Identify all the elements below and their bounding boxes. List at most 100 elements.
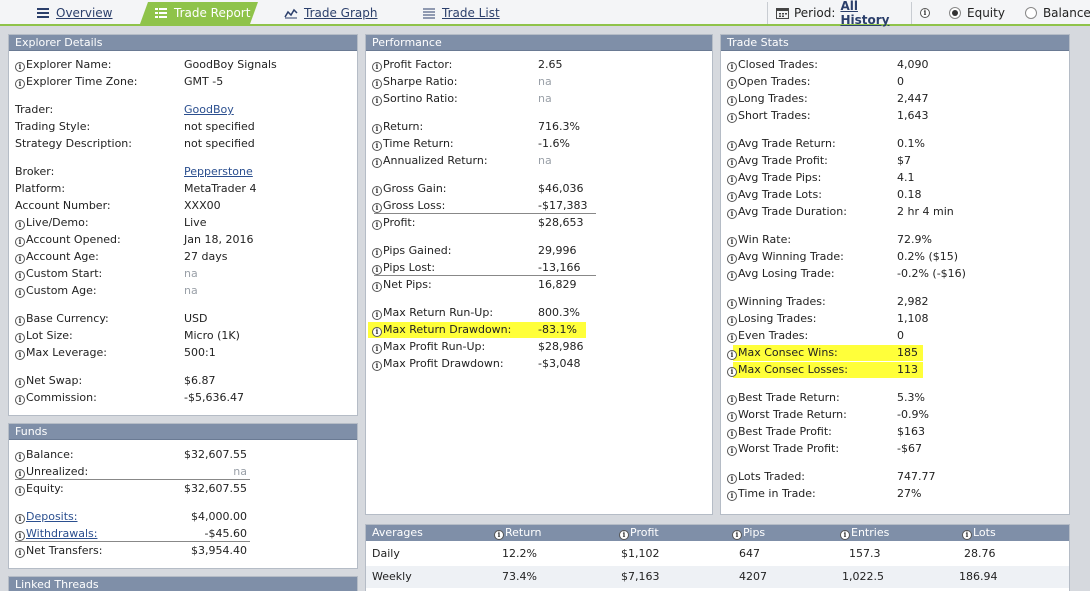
entries-header-label: Entries: [851, 526, 890, 539]
info-icon[interactable]: i: [727, 412, 737, 422]
stat-label-text[interactable]: Withdrawals:: [26, 527, 97, 540]
stat-row: i Short Trades: 1,643: [721, 107, 1069, 124]
info-icon[interactable]: i: [372, 282, 382, 292]
info-icon[interactable]: i: [920, 8, 930, 18]
info-icon[interactable]: i: [372, 361, 382, 371]
info-icon[interactable]: i: [372, 327, 382, 337]
info-icon[interactable]: i: [727, 175, 737, 185]
info-icon: i: [962, 530, 972, 540]
info-icon[interactable]: i: [727, 141, 737, 151]
info-icon[interactable]: i: [727, 350, 737, 360]
info-icon[interactable]: i: [15, 486, 25, 496]
info-icon[interactable]: i: [727, 113, 737, 123]
info-icon[interactable]: i: [15, 350, 25, 360]
info-icon[interactable]: i: [727, 96, 737, 106]
info-icon[interactable]: i: [727, 299, 737, 309]
tab-trade-graph[interactable]: Trade Graph: [276, 2, 396, 24]
stat-row: i Max Return Drawdown: -83.1%: [366, 321, 712, 338]
info-icon[interactable]: i: [727, 333, 737, 343]
info-icon[interactable]: i: [15, 220, 25, 230]
info-icon[interactable]: i: [727, 491, 737, 501]
period-selector[interactable]: Period: All History: [767, 0, 912, 27]
info-icon[interactable]: i: [15, 316, 25, 326]
info-icon[interactable]: i: [372, 124, 382, 134]
stat-row: i Max Consec Losses: 113: [721, 361, 1069, 378]
tab-overview[interactable]: Overview: [28, 2, 148, 24]
info-icon[interactable]: i: [15, 62, 25, 72]
info-icon[interactable]: i: [372, 96, 382, 106]
entries-header[interactable]: i Entries: [840, 525, 889, 541]
info-icon[interactable]: i: [15, 333, 25, 343]
stat-value: 5.3%: [897, 391, 925, 404]
info-icon[interactable]: i: [727, 474, 737, 484]
period-value[interactable]: All History: [840, 0, 911, 27]
info-icon[interactable]: i: [15, 254, 25, 264]
pips-header[interactable]: i Pips: [732, 525, 765, 541]
stat-value: Jan 18, 2016: [184, 233, 254, 246]
info-icon[interactable]: i: [727, 429, 737, 439]
info-icon[interactable]: i: [372, 220, 382, 230]
stat-value[interactable]: Pepperstone: [184, 163, 253, 180]
info-icon[interactable]: i: [727, 395, 737, 405]
balance-radio[interactable]: [1024, 7, 1037, 19]
info-icon[interactable]: i: [372, 186, 382, 196]
info-icon[interactable]: i: [727, 367, 737, 377]
info-icon[interactable]: i: [372, 248, 382, 258]
info-icon[interactable]: i: [372, 203, 382, 213]
stat-value[interactable]: GoodBoy: [184, 101, 234, 118]
info-icon[interactable]: i: [727, 316, 737, 326]
stat-label: i Base Currency:: [15, 310, 109, 327]
stat-label-text: Gross Gain:: [383, 182, 447, 195]
stat-label: i Win Rate:: [727, 231, 791, 248]
return-header[interactable]: i Return: [494, 525, 542, 541]
info-icon[interactable]: i: [15, 378, 25, 388]
info-icon[interactable]: i: [372, 265, 382, 275]
profit-header[interactable]: i Profit: [619, 525, 659, 541]
stat-label-text: Losing Trades:: [738, 312, 817, 325]
info-icon[interactable]: i: [15, 469, 25, 479]
stat-label: i Net Pips:: [372, 276, 432, 293]
info-icon[interactable]: i: [15, 531, 25, 541]
equity-radio[interactable]: [949, 7, 961, 19]
stat-value: 0: [897, 75, 904, 88]
info-icon[interactable]: i: [727, 192, 737, 202]
info-icon[interactable]: i: [372, 344, 382, 354]
info-icon[interactable]: i: [727, 446, 737, 456]
tab-trade-list[interactable]: Trade List: [414, 2, 524, 24]
info-icon[interactable]: i: [727, 271, 737, 281]
info-icon[interactable]: i: [727, 209, 737, 219]
stat-label-text: Net Transfers:: [26, 544, 103, 557]
info-icon[interactable]: i: [372, 141, 382, 151]
info-icon[interactable]: i: [727, 62, 737, 72]
stat-label-text: Avg Trade Profit:: [738, 154, 828, 167]
info-icon[interactable]: i: [15, 271, 25, 281]
info-icon[interactable]: i: [15, 288, 25, 298]
averages-panel: Averages i Return i Profit i Pips i Entries …: [365, 524, 1070, 591]
info-icon[interactable]: i: [372, 79, 382, 89]
info-icon[interactable]: i: [727, 158, 737, 168]
info-icon[interactable]: i: [15, 79, 25, 89]
stat-label-text[interactable]: Deposits:: [26, 510, 78, 523]
stat-value: 2,447: [897, 92, 929, 105]
info-icon[interactable]: i: [15, 237, 25, 247]
info-icon[interactable]: i: [15, 548, 25, 558]
stat-label: i Worst Trade Profit:: [727, 440, 839, 457]
info-icon[interactable]: i: [727, 237, 737, 247]
lots-header[interactable]: i Lots: [962, 525, 996, 541]
tab-trade-report[interactable]: Trade Report: [140, 2, 258, 24]
linked-threads-title[interactable]: Linked Threads: [9, 577, 357, 591]
info-icon[interactable]: i: [15, 514, 25, 524]
info-icon[interactable]: i: [727, 79, 737, 89]
stat-row: i Net Pips: 16,829: [366, 276, 712, 293]
info-icon[interactable]: i: [15, 395, 25, 405]
chart-icon: [284, 8, 298, 19]
info-icon[interactable]: i: [372, 158, 382, 168]
info-icon[interactable]: i: [372, 62, 382, 72]
avg-profit: $7,163: [621, 570, 660, 583]
avg-return: 12.2%: [502, 547, 537, 560]
stat-label-text: Long Trades:: [738, 92, 808, 105]
info-icon[interactable]: i: [372, 310, 382, 320]
info-icon[interactable]: i: [727, 254, 737, 264]
info-icon[interactable]: i: [15, 452, 25, 462]
stat-value: na: [538, 75, 552, 88]
